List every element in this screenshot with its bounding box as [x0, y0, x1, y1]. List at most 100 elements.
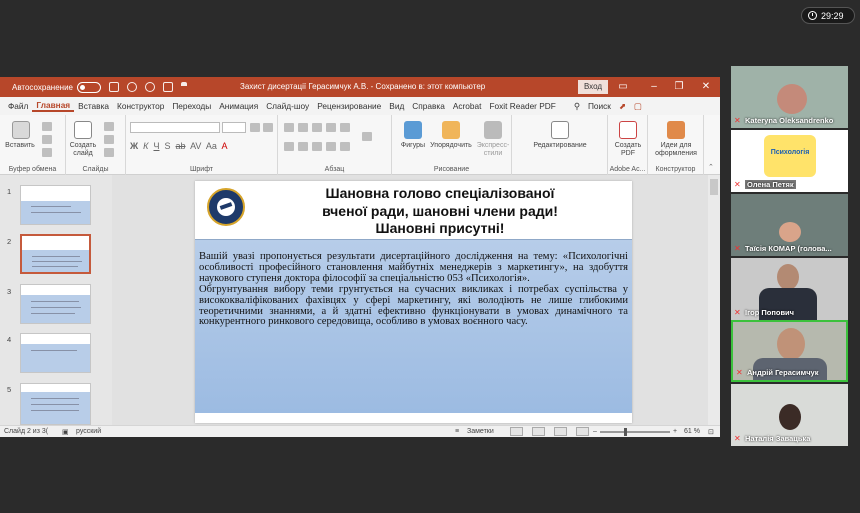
thumbnail-slide-1[interactable]	[20, 185, 91, 225]
vertical-scrollbar[interactable]	[708, 175, 720, 425]
maximize-icon[interactable]: ❐	[673, 81, 685, 93]
participant-tile-5-speaking[interactable]: ✕ Андрій Герасимчук	[731, 320, 848, 382]
align-center-icon[interactable]	[298, 142, 308, 151]
normal-view-icon[interactable]	[510, 427, 523, 436]
share-icon[interactable]: ⬈	[615, 101, 630, 111]
shadow-button[interactable]: S	[165, 141, 171, 151]
new-slide-icon[interactable]	[74, 121, 92, 139]
copy-icon[interactable]	[42, 135, 52, 144]
notes-button[interactable]: Заметки	[467, 428, 494, 435]
current-slide[interactable]: Шановна голово спеціалізованої вченої ра…	[195, 181, 632, 423]
columns-icon[interactable]	[340, 142, 350, 151]
tab-home[interactable]: Главная	[32, 100, 75, 112]
spellcheck-icon[interactable]: ▣	[62, 428, 69, 436]
signin-button[interactable]: Вход	[578, 80, 608, 94]
comments-icon[interactable]: ▢	[630, 101, 646, 111]
design-ideas-label[interactable]: Идеи для оформления	[648, 142, 704, 158]
format-painter-icon[interactable]	[42, 148, 52, 157]
save-icon[interactable]	[108, 82, 119, 92]
design-ideas-icon[interactable]	[667, 121, 685, 139]
create-pdf-icon[interactable]	[619, 121, 637, 139]
strikethrough-button[interactable]: ab	[176, 141, 186, 151]
arrange-label[interactable]: Упорядочить	[428, 142, 474, 150]
tab-review[interactable]: Рецензирование	[313, 101, 385, 111]
cut-icon[interactable]	[42, 122, 52, 131]
tab-transitions[interactable]: Переходы	[168, 101, 215, 111]
search-icon[interactable]: ⚲	[570, 101, 584, 111]
autosave-toggle[interactable]	[76, 81, 101, 93]
indent-icon[interactable]	[312, 123, 322, 132]
tab-help[interactable]: Справка	[408, 101, 449, 111]
slide-sorter-icon[interactable]	[532, 427, 545, 436]
zoom-out-icon[interactable]: –	[593, 428, 597, 435]
align-right-icon[interactable]	[312, 142, 322, 151]
participant-tile-4[interactable]: ✕ Ігор Попович	[731, 258, 848, 320]
new-slide-label[interactable]: Создать слайд	[66, 142, 100, 158]
text-direction-icon[interactable]	[362, 132, 372, 141]
bullets-icon[interactable]	[284, 123, 294, 132]
present-icon[interactable]	[162, 82, 173, 92]
grow-font-icon[interactable]	[250, 123, 260, 132]
paste-label[interactable]: Вставить	[2, 142, 38, 150]
fit-slide-icon[interactable]: ⊡	[708, 428, 714, 436]
section-icon[interactable]	[104, 148, 114, 157]
font-family-select[interactable]	[130, 122, 220, 133]
slideshow-view-icon[interactable]	[576, 427, 589, 436]
spacing-button[interactable]: AV	[190, 141, 201, 151]
tab-file[interactable]: Файл	[4, 101, 32, 111]
ribbon-display-icon[interactable]: ▭	[617, 81, 629, 93]
tab-acrobat[interactable]: Acrobat	[449, 101, 486, 111]
zoom-slider[interactable]	[600, 431, 670, 433]
shapes-icon[interactable]	[404, 121, 422, 139]
zoom-level[interactable]: 61 %	[684, 428, 700, 435]
slide-title[interactable]: Шановна голово спеціалізованої вченої ра…	[255, 185, 625, 238]
participant-tile-1[interactable]: ✕ Kateryna Oleksandrenko	[731, 66, 848, 128]
thumbnail-slide-3[interactable]	[20, 284, 91, 324]
tab-insert[interactable]: Вставка	[74, 101, 113, 111]
search-label[interactable]: Поиск	[584, 101, 615, 111]
line-spacing-icon[interactable]	[340, 123, 350, 132]
tab-foxit[interactable]: Foxit Reader PDF	[485, 101, 559, 111]
font-color-button[interactable]: A	[221, 141, 227, 151]
change-case-button[interactable]: Aa	[206, 141, 217, 151]
underline-button[interactable]: Ч	[153, 141, 159, 151]
collapse-ribbon-icon[interactable]: ⌃	[708, 163, 714, 171]
thumbnail-slide-5[interactable]	[20, 383, 91, 425]
reading-view-icon[interactable]	[554, 427, 567, 436]
paste-icon[interactable]	[12, 121, 30, 139]
shapes-label[interactable]: Фигуры	[396, 142, 430, 150]
tab-slideshow[interactable]: Слайд-шоу	[262, 101, 313, 111]
slide-body[interactable]: Вашій увазі пропонується результати дисе…	[195, 239, 632, 413]
italic-button[interactable]: К	[143, 141, 148, 151]
reset-icon[interactable]	[104, 135, 114, 144]
layout-icon[interactable]	[104, 122, 114, 131]
participant-tile-6[interactable]: ✕ Наталія Завацька	[731, 384, 848, 446]
quick-styles-label[interactable]: Экспресс-стили	[474, 142, 512, 158]
create-pdf-label[interactable]: Создать PDF	[608, 142, 648, 158]
zoom-in-icon[interactable]: +	[673, 428, 677, 435]
outdent-icon[interactable]	[326, 123, 336, 132]
align-left-icon[interactable]	[284, 142, 294, 151]
tab-view[interactable]: Вид	[385, 101, 408, 111]
document-title[interactable]: Захист дисертації Герасимчук А.В. - Сохр…	[240, 82, 485, 91]
quick-styles-icon[interactable]	[484, 121, 502, 139]
language-label[interactable]: русский	[76, 428, 101, 435]
close-icon[interactable]: ✕	[700, 81, 712, 93]
minimize-icon[interactable]: –	[648, 81, 660, 93]
shrink-font-icon[interactable]	[263, 123, 273, 132]
slide-editing-area[interactable]: Шановна голово спеціалізованої вченої ра…	[112, 175, 708, 425]
undo-icon[interactable]	[126, 82, 137, 92]
redo-icon[interactable]	[144, 82, 155, 92]
numbering-icon[interactable]	[298, 123, 308, 132]
customize-quick-access-icon[interactable]	[180, 82, 187, 92]
tab-animations[interactable]: Анимация	[215, 101, 262, 111]
bold-button[interactable]: Ж	[130, 141, 138, 151]
thumbnail-slide-4[interactable]	[20, 333, 91, 373]
scroll-thumb[interactable]	[710, 179, 718, 195]
participant-tile-3[interactable]: ✕ Таїсія КОМАР (голова...	[731, 194, 848, 256]
editing-label[interactable]: Редактирование	[512, 142, 608, 150]
zoom-slider-thumb[interactable]	[624, 428, 627, 436]
participant-tile-2[interactable]: Психологія ✕ Олена Петяк	[731, 130, 848, 192]
thumbnail-slide-2[interactable]	[20, 234, 91, 274]
font-size-select[interactable]	[222, 122, 246, 133]
